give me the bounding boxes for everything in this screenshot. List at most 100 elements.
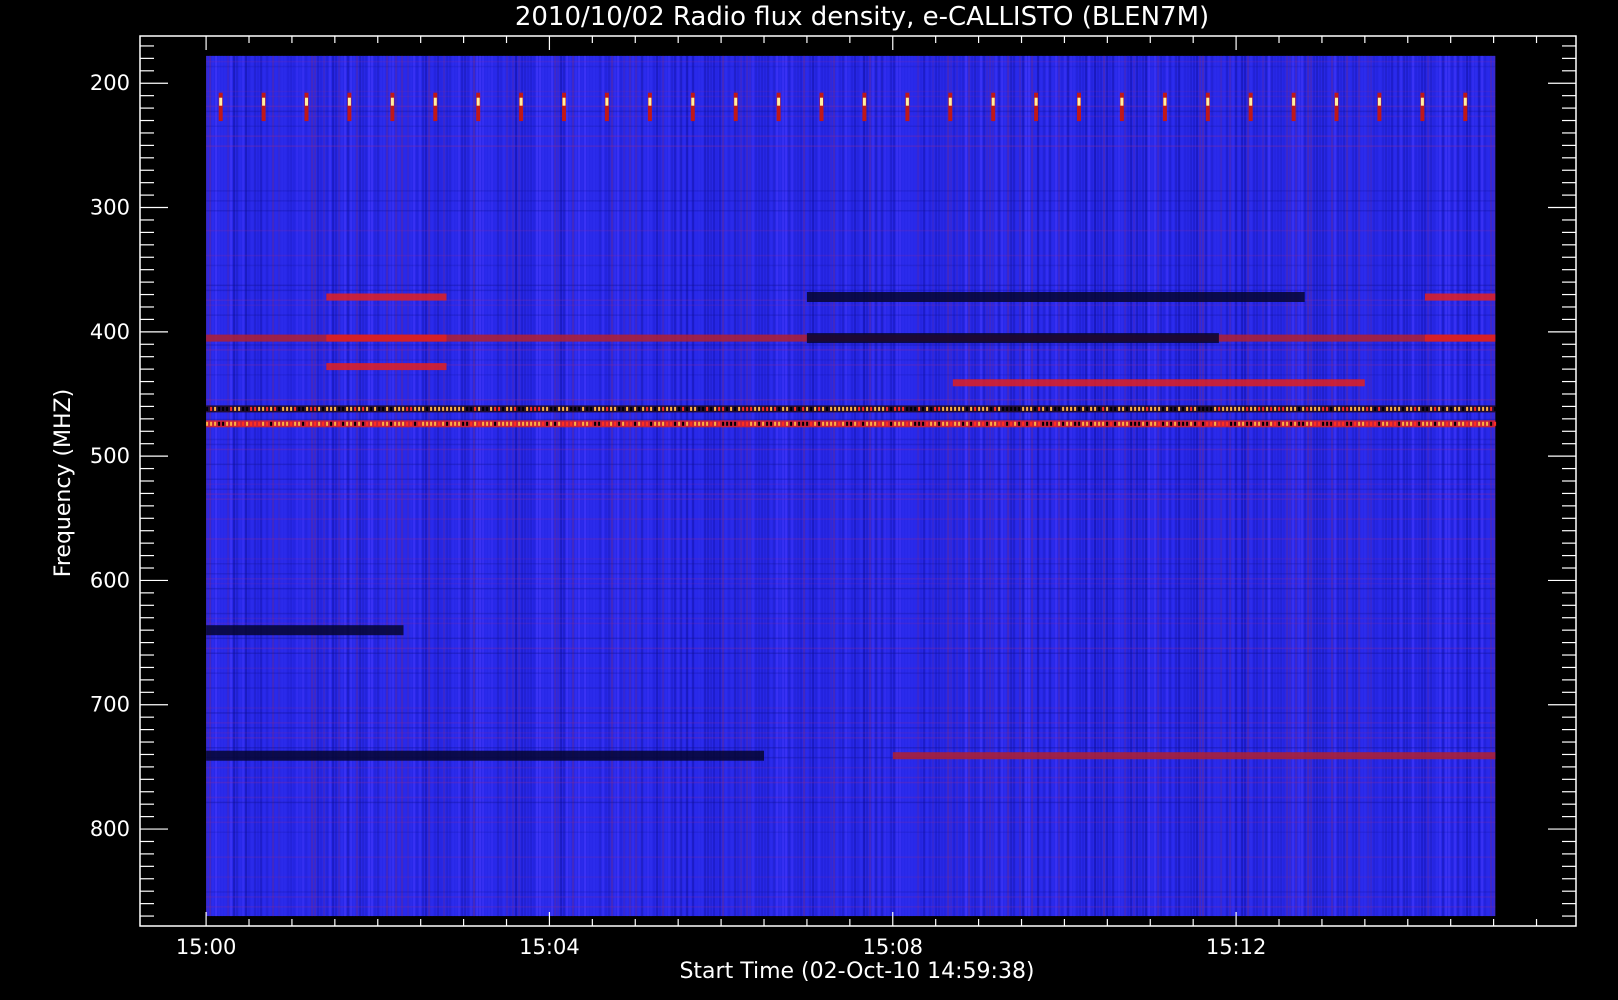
noise-streak	[518, 55, 521, 917]
band-speckle	[978, 421, 981, 426]
noise-streak	[1430, 55, 1433, 917]
band-speckle	[1414, 421, 1417, 426]
band-speckle	[874, 421, 877, 426]
band-speckle	[1298, 421, 1301, 426]
band-speckle	[1026, 406, 1029, 411]
noise-streak	[1181, 55, 1184, 917]
band-speckle	[750, 406, 753, 411]
band-speckle	[358, 421, 361, 426]
noise-streak	[290, 55, 293, 917]
band-speckle	[962, 406, 965, 411]
band-speckle	[754, 406, 757, 411]
band-speckle	[922, 421, 925, 426]
band-speckle	[678, 406, 681, 411]
band-speckle	[1178, 421, 1181, 426]
band-speckle	[870, 406, 873, 411]
band-speckle	[726, 406, 729, 411]
band-speckle	[926, 421, 929, 426]
band-speckle	[982, 406, 985, 411]
band-speckle	[290, 406, 293, 411]
noise-streak	[704, 55, 707, 917]
band-speckle	[1166, 421, 1169, 426]
band-speckle	[1342, 406, 1345, 411]
band-speckle	[570, 406, 573, 411]
band-speckle	[810, 406, 813, 411]
band-speckle	[1466, 406, 1469, 411]
band-speckle	[1102, 406, 1105, 411]
band-feature	[326, 293, 447, 301]
noise-streak	[779, 55, 782, 917]
band-speckle	[1298, 406, 1301, 411]
noise-streak	[1340, 55, 1343, 917]
band-speckle	[1058, 406, 1061, 411]
pulse-glow	[733, 92, 738, 122]
band-speckle	[926, 406, 929, 411]
noise-streak	[1373, 55, 1376, 917]
noise-row	[206, 707, 1496, 709]
noise-streak	[1247, 55, 1250, 917]
noise-streak	[407, 55, 410, 917]
noise-streak	[662, 55, 665, 917]
band-speckle	[1258, 421, 1261, 426]
band-speckle	[1014, 421, 1017, 426]
band-speckle	[1110, 406, 1113, 411]
band-speckle	[226, 406, 229, 411]
band-speckle	[510, 421, 513, 426]
band-speckle	[778, 421, 781, 426]
band-speckle	[222, 421, 225, 426]
band-speckle	[214, 406, 217, 411]
noise-streak	[380, 55, 383, 917]
band-speckle	[446, 406, 449, 411]
band-speckle	[538, 421, 541, 426]
band-speckle	[786, 406, 789, 411]
noise-streak	[881, 55, 884, 917]
band-speckle	[942, 421, 945, 426]
pulse-core	[1120, 97, 1124, 106]
noise-streak	[659, 55, 662, 917]
pulse-glow	[1034, 92, 1039, 122]
band-speckle	[1134, 421, 1137, 426]
noise-row	[206, 105, 1496, 108]
noise-row	[206, 906, 1496, 908]
band-speckle	[1334, 421, 1337, 426]
band-speckle	[1330, 421, 1333, 426]
noise-streak	[1286, 55, 1289, 917]
noise-streak	[413, 55, 416, 917]
band-speckle	[366, 406, 369, 411]
band-speckle	[326, 421, 329, 426]
band-speckle	[894, 406, 897, 411]
noise-streak	[1268, 55, 1271, 917]
noise-streak	[860, 55, 863, 917]
noise-streak	[1103, 55, 1106, 917]
band-speckle	[826, 421, 829, 426]
noise-streak	[248, 55, 251, 917]
band-speckle	[1094, 406, 1097, 411]
noise-streak	[1388, 55, 1391, 917]
band-speckle	[1106, 406, 1109, 411]
band-speckle	[986, 406, 989, 411]
band-speckle	[650, 421, 653, 426]
noise-row	[206, 573, 1496, 575]
noise-streak	[1070, 55, 1073, 917]
band-speckle	[1214, 406, 1217, 411]
band-speckle	[522, 421, 525, 426]
noise-row	[206, 518, 1496, 520]
noise-streak	[551, 55, 554, 917]
pulse-core	[1034, 97, 1038, 106]
band-speckle	[386, 406, 389, 411]
noise-row	[206, 821, 1496, 824]
noise-streak	[1235, 55, 1238, 917]
band-speckle	[1010, 421, 1013, 426]
band-speckle	[806, 421, 809, 426]
band-speckle	[946, 406, 949, 411]
band-speckle	[918, 406, 921, 411]
noise-streak	[755, 55, 758, 917]
band-speckle	[394, 406, 397, 411]
noise-streak	[791, 55, 794, 917]
noise-streak	[935, 55, 938, 917]
noise-streak	[515, 55, 518, 917]
band-speckle	[1146, 421, 1149, 426]
noise-streak	[332, 55, 335, 917]
band-speckle	[1038, 406, 1041, 411]
band-speckle	[838, 406, 841, 411]
